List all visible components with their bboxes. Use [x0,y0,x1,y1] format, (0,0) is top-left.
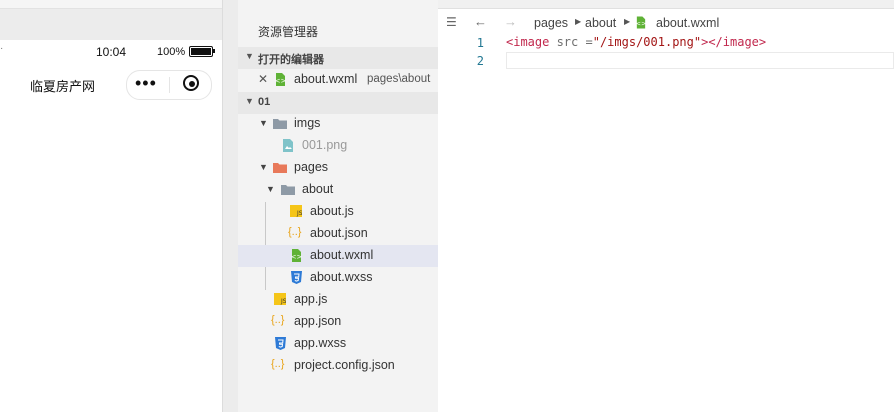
editor-tab-bar [438,0,894,9]
tree-item-label: about.json [310,226,368,240]
tree-item-label: about.js [310,204,354,218]
battery-icon [189,46,213,57]
tree-item-label: app.js [294,292,328,306]
svg-text:JS: JS [280,298,286,305]
nav-title: 临夏房产网 [30,79,96,94]
code-token-end-tag: </image> [708,35,767,49]
svg-text:<>: <> [636,20,647,28]
open-editors-label: 打开的编辑器 [258,54,324,66]
chevron-right-icon: ▶ [624,17,631,26]
tree-item-label: app.json [294,314,342,328]
breadcrumb-pages[interactable]: pages [534,16,568,30]
code-token-open-tag: <image [506,35,550,49]
tree-item-about-wxss[interactable]: about.wxss [238,267,438,289]
tree-item-label: about.wxss [310,270,373,284]
tree-item-about-wxml[interactable]: <> about.wxml [238,245,438,267]
project-name: 01 [258,96,271,108]
chevron-down-icon: ▼ [245,51,254,61]
outline-icon[interactable]: ☰ [446,15,457,29]
code-line-1[interactable]: <image src ="/imgs/001.png"></image> [506,35,766,53]
json-file-icon: {..} [271,358,285,370]
menu-capsule: ••• [126,70,212,100]
tree-item-about-folder[interactable]: ▼ about [238,179,438,201]
close-miniprogram-icon-dot [189,81,195,87]
breadcrumb-about[interactable]: about [585,16,616,30]
open-editors-header[interactable]: ▼ 打开的编辑器 [238,47,438,69]
tree-item-app-wxss[interactable]: app.wxss [238,333,438,355]
chevron-down-icon: ▼ [266,184,275,194]
svg-text:<>: <> [275,77,287,85]
open-editor-item[interactable]: ✕ <> about.wxml pages\about [238,69,438,91]
js-file-icon: JS [274,293,287,306]
wxml-file-icon: <> [290,249,303,262]
phone-screen: · 10:04 100% 临夏房产网 ••• [0,40,222,412]
explorer-title: 资源管理器 [258,25,319,39]
wxml-file-icon: <> [635,16,647,32]
chevron-right-icon: ▶ [575,17,582,26]
tree-item-label: 001.png [302,138,348,152]
tree-item-app-json[interactable]: {..} app.json [238,311,438,333]
battery-tip [213,49,215,53]
editor-panel: ☰ ← → pages ▶ about ▶ <> about.wxml 1 <i… [438,0,894,412]
tree-item-label: about [302,182,334,196]
close-icon[interactable]: ✕ [258,72,268,86]
battery-percent: 100% [157,46,186,58]
explorer-toolbar [238,0,438,8]
image-file-icon [282,139,295,152]
tree-item-pages[interactable]: ▼ pages [238,157,438,179]
line-number: 1 [476,36,484,50]
tree-item-about-json[interactable]: {..} about.json [238,223,438,245]
back-arrow-icon[interactable]: ← [474,14,487,29]
explorer-panel: 资源管理器 ▼ 打开的编辑器 ✕ <> about.wxml pages\abo… [238,0,439,412]
tree-item-label: about.wxml [310,248,374,262]
forward-arrow-icon[interactable]: → [504,14,517,29]
tree-item-001-png[interactable]: 001.png [238,135,438,157]
tree-item-imgs[interactable]: ▼ imgs [238,113,438,135]
battery-level [191,48,211,55]
chevron-down-icon: ▼ [259,118,268,128]
svg-text:JS: JS [296,210,302,217]
folder-icon [273,117,287,130]
capsule-divider [169,77,170,93]
chevron-down-icon: ▼ [259,162,268,172]
breadcrumb-file[interactable]: about.wxml [656,16,719,30]
current-line-highlight [506,52,894,69]
wxss-file-icon [274,337,287,350]
code-token-string: "/imgs/001.png" [592,35,702,49]
line-number: 2 [476,54,484,68]
svg-text:<>: <> [291,253,303,261]
folder-icon [273,161,287,174]
close-miniprogram-icon[interactable] [183,75,199,91]
more-icon[interactable]: ••• [135,74,157,92]
tree-item-app-js[interactable]: JS app.js [238,289,438,311]
tree-item-label: pages [294,160,329,174]
simulator-toolbar [0,0,238,9]
chevron-down-icon: ▼ [245,96,254,106]
wxml-file-icon: <> [274,73,287,86]
tree-item-label: app.wxss [294,336,347,350]
tree-item-project-config-json[interactable]: {..} project.config.json [238,355,438,377]
tree-item-label: project.config.json [294,358,395,372]
tree-item-label: imgs [294,116,321,130]
json-file-icon: {..} [271,314,285,326]
open-editor-name: about.wxml [294,72,358,86]
wxss-file-icon [290,271,303,284]
panel-resize-handle[interactable] [222,0,239,412]
json-file-icon: {..} [288,226,302,238]
project-header[interactable]: ▼ 01 [238,92,438,114]
code-token-attr: src = [549,35,593,49]
js-file-icon: JS [290,205,303,218]
folder-icon [281,183,295,196]
simulator-panel: · 10:04 100% 临夏房产网 ••• [0,0,239,412]
tree-item-about-js[interactable]: JS about.js [238,201,438,223]
open-editor-path: pages\about [367,73,431,85]
